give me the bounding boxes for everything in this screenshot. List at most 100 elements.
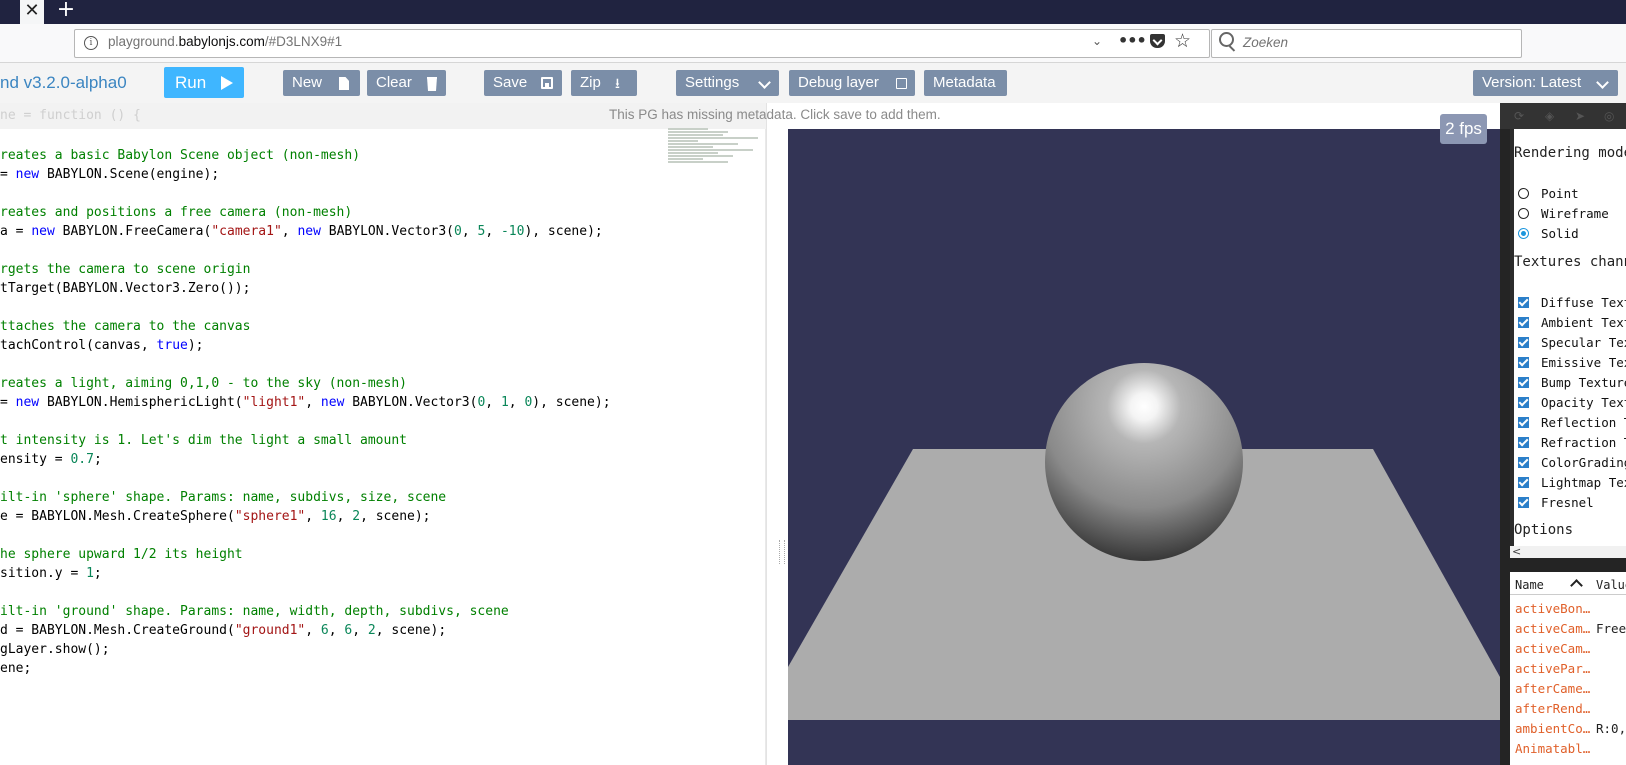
texture-channel-label: ColorGrading — [1541, 455, 1626, 470]
property-name[interactable]: activeCam… — [1515, 621, 1590, 636]
code-line[interactable]: a = new BABYLON.FreeCamera("camera1", ne… — [0, 222, 611, 241]
texture-channel-toggle[interactable]: Reflection Texture — [1518, 415, 1626, 430]
zip-label: Zip — [580, 74, 601, 91]
code-line[interactable]: sition.y = 1; — [0, 564, 611, 583]
bookmark-star-icon[interactable]: ☆ — [1174, 30, 1191, 52]
url-text[interactable]: playground.babylonjs.com/#D3LNX9#1 — [108, 34, 342, 49]
scroll-left-icon[interactable]: < — [1512, 545, 1521, 558]
code-line[interactable]: e = BABYLON.Mesh.CreateSphere("sphere1",… — [0, 507, 611, 526]
code-line[interactable]: he sphere upward 1/2 its height — [0, 545, 611, 564]
pane-splitter-handle[interactable] — [779, 540, 785, 564]
code-line[interactable]: ensity = 0.7; — [0, 450, 611, 469]
code-line[interactable] — [0, 469, 611, 488]
download-icon: ⭳ — [615, 75, 620, 91]
tag-icon[interactable]: ◈ — [1545, 109, 1554, 123]
pocket-icon[interactable] — [1150, 34, 1165, 48]
code-line[interactable] — [0, 526, 611, 545]
property-name[interactable]: ambientCo… — [1515, 721, 1590, 736]
settings-button[interactable]: Settings — [676, 70, 779, 96]
texture-channel-toggle[interactable]: Opacity Texture — [1518, 395, 1626, 410]
zip-button[interactable]: Zip ⭳ — [571, 70, 637, 96]
checkbox-icon — [1518, 357, 1529, 368]
refresh-icon[interactable]: ⟳ — [1514, 109, 1524, 123]
rendering-mode-option[interactable]: Solid — [1518, 226, 1579, 241]
close-tab-icon[interactable]: ✕ — [20, 0, 44, 24]
code-line[interactable] — [0, 241, 611, 260]
code-line[interactable] — [0, 184, 611, 203]
version-select[interactable]: Version: Latest — [1473, 70, 1618, 96]
texture-channel-toggle[interactable]: ColorGrading — [1518, 455, 1626, 470]
texture-channel-toggle[interactable]: Lightmap Texture — [1518, 475, 1626, 490]
texture-channel-toggle[interactable]: Specular Texture — [1518, 335, 1626, 350]
property-name[interactable]: activeCam… — [1515, 641, 1590, 656]
missing-metadata-notice[interactable]: This PG has missing metadata. Click save… — [609, 107, 941, 122]
code-line[interactable] — [0, 298, 611, 317]
code-line[interactable]: d = BABYLON.Mesh.CreateGround("ground1",… — [0, 621, 611, 640]
code-line[interactable]: t intensity is 1. Let's dim the light a … — [0, 431, 611, 450]
texture-channel-toggle[interactable]: Diffuse Texture — [1518, 295, 1626, 310]
checkbox-icon — [1518, 417, 1529, 428]
texture-channel-toggle[interactable]: Emissive Texture — [1518, 355, 1626, 370]
texture-channel-toggle[interactable]: Fresnel — [1518, 495, 1594, 510]
code-token: , scene); — [360, 509, 431, 524]
code-line[interactable]: = new BABYLON.HemisphericLight("light1",… — [0, 393, 611, 412]
new-button[interactable]: New — [283, 70, 360, 96]
code-token: tachControl(canvas, — [0, 338, 157, 353]
texture-channel-toggle[interactable]: Refraction Texture — [1518, 435, 1626, 450]
run-button[interactable]: Run — [164, 67, 244, 98]
render-canvas[interactable] — [788, 129, 1500, 765]
code-minimap[interactable] — [668, 128, 764, 168]
code-line[interactable]: = new BABYLON.Scene(engine); — [0, 165, 611, 184]
property-name[interactable]: afterCame… — [1515, 681, 1590, 696]
debug-layer-button[interactable]: Debug layer — [789, 70, 915, 96]
code-token: ), scene); — [532, 395, 611, 410]
code-token: sition.y = — [0, 566, 87, 581]
radio-icon — [1518, 208, 1529, 219]
code-line[interactable]: tachControl(canvas, true); — [0, 336, 611, 355]
code-line[interactable]: ttaches the camera to the canvas — [0, 317, 611, 336]
capture-icon[interactable]: ◎ — [1604, 109, 1614, 123]
code-line[interactable]: reates and positions a free camera (non-… — [0, 203, 611, 222]
code-token: , — [305, 395, 321, 410]
clear-button[interactable]: Clear — [367, 70, 446, 96]
code-token: = — [0, 395, 16, 410]
texture-channel-toggle[interactable]: Ambient Texture — [1518, 315, 1626, 330]
pick-icon[interactable]: ➤ — [1575, 109, 1585, 123]
checkbox-icon — [1518, 337, 1529, 348]
editor-scrollbar[interactable] — [765, 129, 766, 765]
debug-horizontal-scrollbar[interactable] — [1510, 546, 1626, 558]
code-line[interactable]: gLayer.show(); — [0, 640, 611, 659]
url-dropdown-icon[interactable]: ⌄ — [1092, 34, 1102, 48]
code-token: new — [297, 224, 321, 239]
rendering-mode-option[interactable]: Wireframe — [1518, 206, 1609, 221]
code-line[interactable]: ilt-in 'ground' shape. Params: name, wid… — [0, 602, 611, 621]
save-button[interactable]: Save — [484, 70, 562, 96]
code-token: BABYLON.Vector3( — [320, 224, 454, 239]
texture-channel-label: Refraction Texture — [1541, 435, 1626, 450]
code-line[interactable] — [0, 412, 611, 431]
new-tab-icon[interactable]: + — [54, 0, 78, 24]
code-line[interactable]: tTarget(BABYLON.Vector3.Zero()); — [0, 279, 611, 298]
site-info-icon[interactable]: i — [84, 36, 98, 50]
code-line[interactable]: reates a basic Babylon Scene object (non… — [0, 146, 611, 165]
texture-channel-toggle[interactable]: Bump Texture — [1518, 375, 1626, 390]
search-icon — [1219, 32, 1234, 47]
property-name[interactable]: activePar… — [1515, 661, 1590, 676]
property-name[interactable]: afterRend… — [1515, 701, 1590, 716]
metadata-button[interactable]: Metadata — [924, 70, 1007, 96]
code-token: , — [352, 623, 368, 638]
property-name[interactable]: Animatabl… — [1515, 741, 1590, 756]
name-column-header[interactable]: Name — [1515, 578, 1544, 592]
property-name[interactable]: activeBon… — [1515, 601, 1590, 616]
code-token: a = — [0, 224, 32, 239]
code-line[interactable] — [0, 583, 611, 602]
code-line[interactable]: rgets the camera to scene origin — [0, 260, 611, 279]
code-lines[interactable]: reates a basic Babylon Scene object (non… — [0, 146, 611, 678]
code-line[interactable]: reates a light, aiming 0,1,0 - to the sk… — [0, 374, 611, 393]
code-line[interactable] — [0, 355, 611, 374]
page-actions-icon[interactable]: ••• — [1118, 31, 1147, 50]
code-line[interactable]: ilt-in 'sphere' shape. Params: name, sub… — [0, 488, 611, 507]
rendering-mode-option[interactable]: Point — [1518, 186, 1579, 201]
code-line[interactable]: ene; — [0, 659, 611, 678]
value-column-header[interactable]: Value — [1596, 578, 1626, 592]
